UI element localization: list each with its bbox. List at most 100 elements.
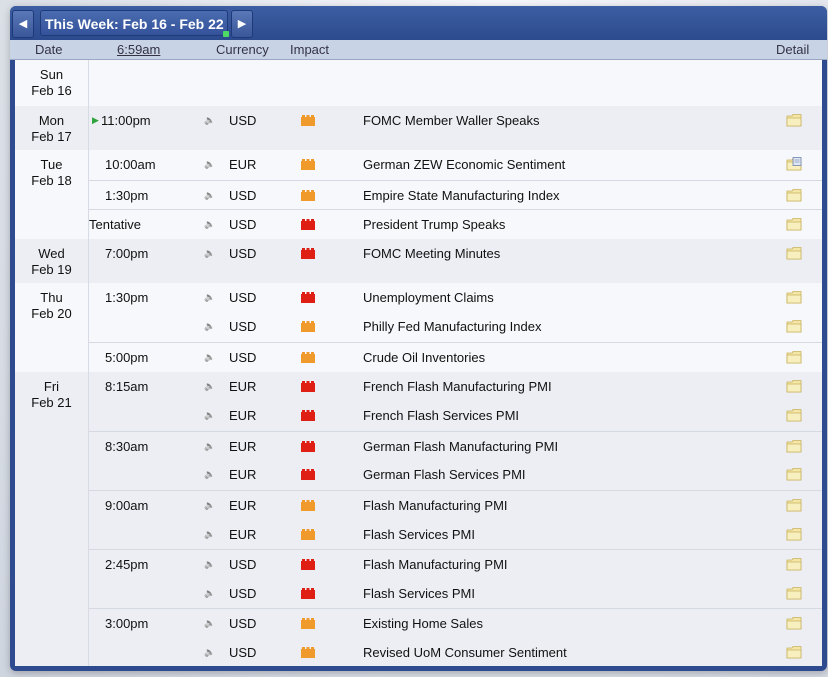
speaker-icon[interactable]: 🔈: [204, 157, 216, 171]
event-row[interactable]: 5:00pm 🔈 USD Crude Oil Inventories: [89, 341, 822, 372]
folder-icon[interactable]: [786, 498, 802, 512]
event-row[interactable]: 1:30pm 🔈 USD Unemployment Claims: [89, 283, 822, 312]
folder-icon[interactable]: [786, 408, 802, 422]
week-title[interactable]: This Week: Feb 16 - Feb 22: [40, 10, 229, 37]
event-title[interactable]: FOMC Member Waller Speaks: [363, 106, 540, 135]
event-currency: USD: [229, 217, 257, 233]
event-title[interactable]: German ZEW Economic Sentiment: [363, 150, 565, 179]
high-impact-icon[interactable]: [301, 587, 315, 599]
high-impact-icon[interactable]: [301, 410, 315, 422]
event-row[interactable]: Tentative 🔈 USD President Trump Speaks: [89, 209, 822, 239]
high-impact-icon[interactable]: [301, 559, 315, 571]
folder-icon[interactable]: [786, 439, 802, 453]
event-title[interactable]: French Flash Manufacturing PMI: [363, 372, 552, 401]
event-title[interactable]: President Trump Speaks: [363, 210, 505, 239]
speaker-icon[interactable]: 🔈: [204, 586, 216, 600]
event-time: 9:00am: [105, 497, 149, 513]
event-title[interactable]: Flash Manufacturing PMI: [363, 491, 508, 520]
next-week-button[interactable]: ▶: [231, 10, 253, 38]
folder-icon[interactable]: [786, 557, 802, 571]
speaker-icon[interactable]: 🔈: [204, 217, 216, 231]
folder-icon[interactable]: [786, 319, 802, 333]
event-row[interactable]: 🔈 USD Flash Services PMI: [89, 579, 822, 608]
event-title[interactable]: German Flash Manufacturing PMI: [363, 432, 558, 461]
speaker-icon[interactable]: 🔈: [204, 557, 216, 571]
speaker-icon[interactable]: 🔈: [204, 188, 216, 202]
event-row[interactable]: 8:15am 🔈 EUR French Flash Manufacturing PMI: [89, 372, 822, 401]
col-time-link[interactable]: 6:59am: [117, 40, 160, 59]
event-row[interactable]: 1:30pm 🔈 USD Empire State Manufacturing Ind…: [89, 179, 822, 210]
event-title[interactable]: German Flash Services PMI: [363, 460, 526, 489]
folder-icon[interactable]: [786, 467, 802, 481]
folder-icon[interactable]: [786, 246, 802, 260]
folder-icon[interactable]: [786, 379, 802, 393]
event-title[interactable]: Crude Oil Inventories: [363, 343, 485, 372]
high-impact-icon[interactable]: [301, 440, 315, 452]
medium-impact-icon[interactable]: [301, 115, 315, 126]
speaker-icon[interactable]: 🔈: [204, 290, 216, 304]
folder-icon[interactable]: [786, 188, 802, 202]
speaker-icon[interactable]: 🔈: [204, 439, 216, 453]
day-of-week: Wed: [38, 245, 65, 261]
event-title[interactable]: Revised UoM Consumer Sentiment: [363, 638, 567, 666]
folder-icon[interactable]: [786, 217, 802, 231]
event-row[interactable]: 8:30am 🔈 EUR German Flash Manufacturing PMI: [89, 430, 822, 461]
event-row[interactable]: 🔈 EUR French Flash Services PMI: [89, 401, 822, 430]
event-title[interactable]: Flash Services PMI: [363, 579, 475, 608]
prev-week-button[interactable]: ◀: [12, 10, 34, 38]
event-row[interactable]: 🔈 USD Philly Fed Manufacturing Index: [89, 312, 822, 341]
folder-icon[interactable]: [786, 586, 802, 600]
event-row[interactable]: 11:00pm 🔈 USD FOMC Member Waller Speaks: [89, 106, 822, 135]
folder-icon[interactable]: [786, 113, 802, 127]
speaker-icon[interactable]: 🔈: [204, 498, 216, 512]
speaker-icon[interactable]: 🔈: [204, 379, 216, 393]
event-currency: USD: [229, 557, 257, 573]
speaker-icon[interactable]: 🔈: [204, 350, 216, 364]
folder-icon[interactable]: [786, 350, 802, 364]
high-impact-icon[interactable]: [301, 219, 315, 231]
event-row[interactable]: 🔈 USD Revised UoM Consumer Sentiment: [89, 638, 822, 666]
event-title[interactable]: Empire State Manufacturing Index: [363, 181, 560, 210]
high-impact-icon[interactable]: [301, 380, 315, 392]
event-title[interactable]: Philly Fed Manufacturing Index: [363, 312, 541, 341]
folder-icon[interactable]: [786, 616, 802, 630]
event-title[interactable]: Unemployment Claims: [363, 283, 494, 312]
speaker-icon[interactable]: 🔈: [204, 319, 216, 333]
speaker-icon[interactable]: 🔈: [204, 467, 216, 481]
folder-icon[interactable]: [786, 290, 802, 304]
folder-document-icon[interactable]: [786, 157, 802, 171]
speaker-icon[interactable]: 🔈: [204, 616, 216, 630]
folder-icon[interactable]: [786, 645, 802, 659]
event-title[interactable]: Flash Manufacturing PMI: [363, 550, 508, 579]
event-row[interactable]: 2:45pm 🔈 USD Flash Manufacturing PMI: [89, 549, 822, 579]
high-impact-icon[interactable]: [301, 247, 315, 259]
speaker-icon[interactable]: 🔈: [204, 527, 216, 541]
medium-impact-icon[interactable]: [301, 499, 315, 511]
event-row[interactable]: 7:00pm 🔈 USD FOMC Meeting Minutes: [89, 239, 822, 268]
day-of-week: Thu: [40, 289, 63, 305]
event-title[interactable]: Existing Home Sales: [363, 609, 483, 638]
speaker-icon[interactable]: 🔈: [204, 408, 216, 422]
event-row[interactable]: 10:00am 🔈 EUR German ZEW Economic Sentiment: [89, 150, 822, 179]
speaker-icon[interactable]: 🔈: [204, 645, 216, 659]
speaker-icon[interactable]: 🔈: [204, 246, 216, 260]
event-row[interactable]: 🔈 EUR German Flash Services PMI: [89, 460, 822, 489]
event-title[interactable]: French Flash Services PMI: [363, 401, 519, 430]
event-row[interactable]: 9:00am 🔈 EUR Flash Manufacturing PMI: [89, 489, 822, 520]
event-currency: USD: [229, 585, 257, 601]
event-title[interactable]: FOMC Meeting Minutes: [363, 239, 500, 268]
high-impact-icon[interactable]: [301, 291, 315, 303]
medium-impact-icon[interactable]: [301, 159, 315, 170]
speaker-icon[interactable]: 🔈: [204, 113, 216, 127]
event-title[interactable]: Flash Services PMI: [363, 520, 475, 549]
high-impact-icon[interactable]: [301, 469, 315, 481]
event-row[interactable]: 🔈 EUR Flash Services PMI: [89, 520, 822, 549]
medium-impact-icon[interactable]: [301, 646, 315, 658]
medium-impact-icon[interactable]: [301, 189, 315, 201]
medium-impact-icon[interactable]: [301, 351, 315, 363]
medium-impact-icon[interactable]: [301, 528, 315, 540]
folder-icon[interactable]: [786, 527, 802, 541]
medium-impact-icon[interactable]: [301, 618, 315, 630]
event-row[interactable]: 3:00pm 🔈 USD Existing Home Sales: [89, 608, 822, 638]
medium-impact-icon[interactable]: [301, 321, 315, 333]
